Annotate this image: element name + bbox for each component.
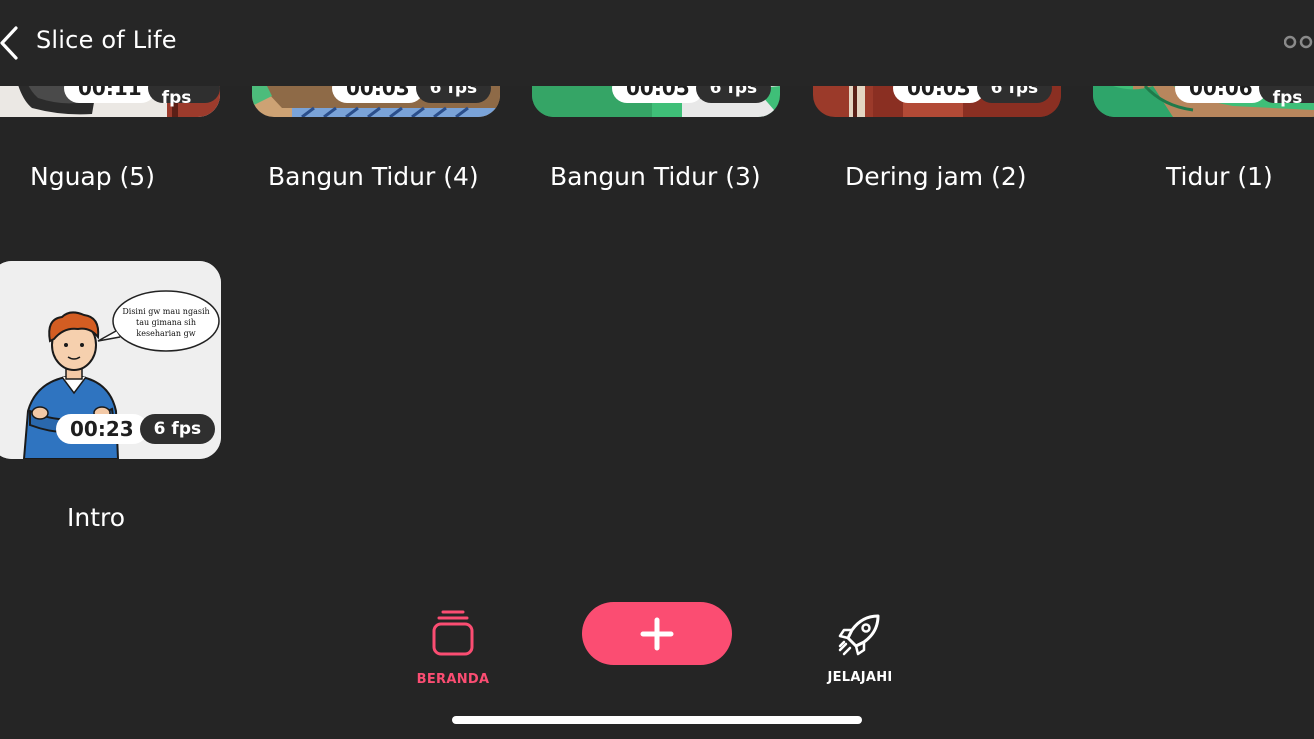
nav-explore-label: JELAJAHI	[827, 670, 893, 685]
fps-badge: 6 fps	[139, 414, 216, 444]
add-project-button[interactable]	[582, 602, 732, 665]
chevron-left-icon[interactable]	[0, 24, 24, 62]
home-indicator	[452, 716, 862, 724]
project-card-intro[interactable]: Disini gw mau ngasih tau gimana sih kese…	[0, 261, 221, 459]
project-title: Nguap (5)	[30, 162, 155, 191]
top-bar: Slice of Life	[0, 0, 1314, 86]
project-title: Bangun Tidur (4)	[268, 162, 479, 191]
duration-badge: 00:23	[56, 414, 148, 444]
project-title: Intro	[67, 503, 126, 532]
project-title: Tidur (1)	[1166, 162, 1273, 191]
speech-bubble-text: Disini gw mau ngasih tau gimana sih kese…	[122, 307, 210, 338]
project-title: Dering jam (2)	[845, 162, 1027, 191]
page-title: Slice of Life	[36, 26, 177, 54]
project-title: Bangun Tidur (3)	[550, 162, 761, 191]
rocket-icon	[838, 614, 880, 656]
nav-home-label: BERANDA	[416, 672, 490, 687]
plus-icon	[640, 617, 674, 650]
nav-explore[interactable]: JELAJAHI	[812, 610, 908, 685]
nav-home[interactable]: BERANDA	[405, 610, 501, 687]
stack-icon	[432, 610, 474, 656]
app-screen: 00:11 6 fps 00:03 6 fps 00:05 6 f	[0, 0, 1314, 739]
more-dots-icon[interactable]	[1284, 34, 1314, 50]
